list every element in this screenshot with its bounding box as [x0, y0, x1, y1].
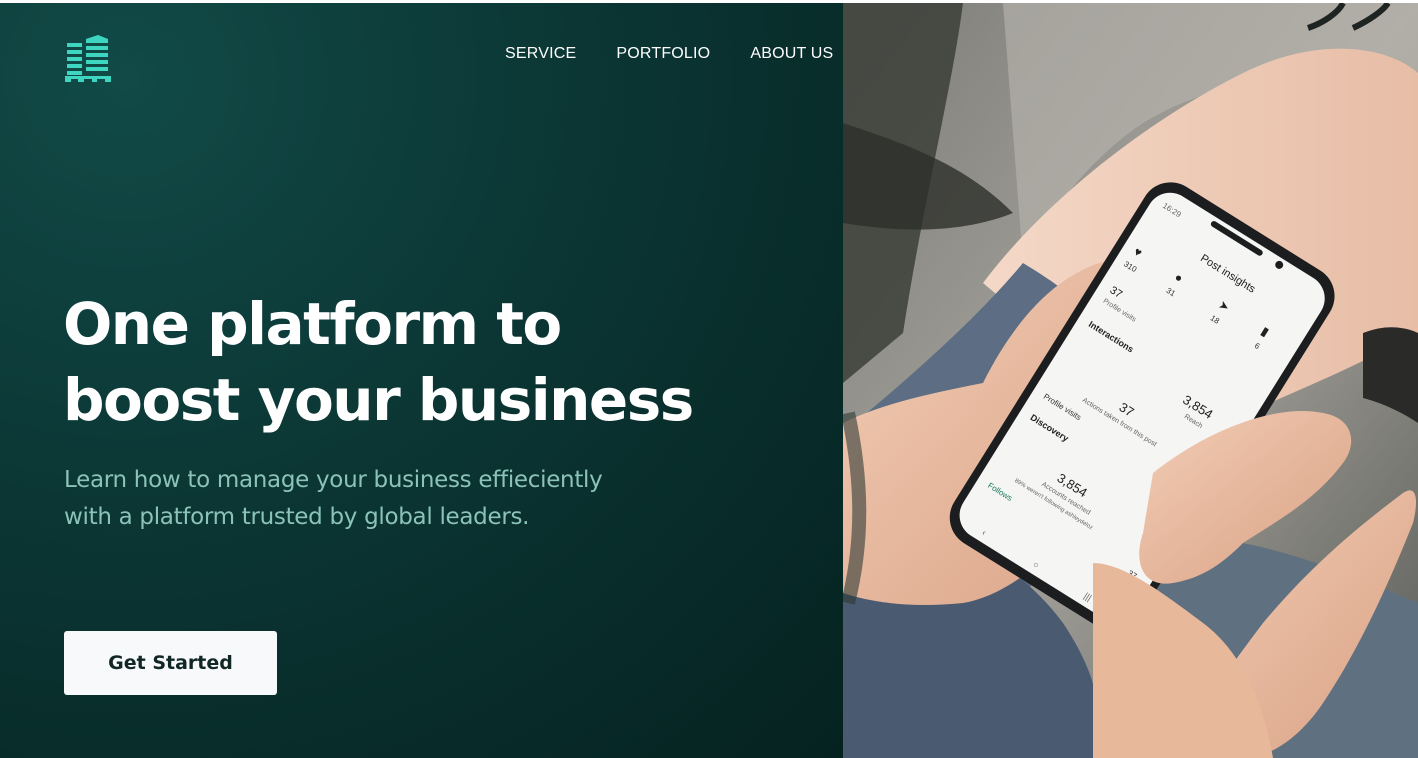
- nav-about-us-link[interactable]: ABOUT US: [750, 45, 833, 63]
- hero-subtext-line-1: Learn how to manage your business effiec…: [64, 467, 603, 493]
- hero-headline-line-1: One platform to: [63, 290, 562, 358]
- nav-portfolio-link[interactable]: PORTFOLIO: [616, 45, 710, 63]
- hero-image: 16:29 Post insights ♥ ● ➤ ▮ 310 31 18 6 …: [843, 3, 1418, 758]
- hero-subtext: Learn how to manage your business effiec…: [64, 462, 704, 536]
- hero-headline-line-2: boost your business: [63, 366, 694, 434]
- hero-section: SERVICE PORTFOLIO ABOUT US One platform …: [0, 3, 843, 758]
- main-nav: SERVICE PORTFOLIO ABOUT US: [505, 45, 833, 63]
- landing-page: SERVICE PORTFOLIO ABOUT US One platform …: [0, 0, 1418, 758]
- get-started-button[interactable]: Get Started: [64, 631, 277, 695]
- hero-headline: One platform to boost your business: [63, 286, 803, 438]
- hero-subtext-line-2: with a platform trusted by global leader…: [64, 504, 530, 530]
- buildings-logo-icon[interactable]: [64, 31, 112, 83]
- nav-service-link[interactable]: SERVICE: [505, 45, 576, 63]
